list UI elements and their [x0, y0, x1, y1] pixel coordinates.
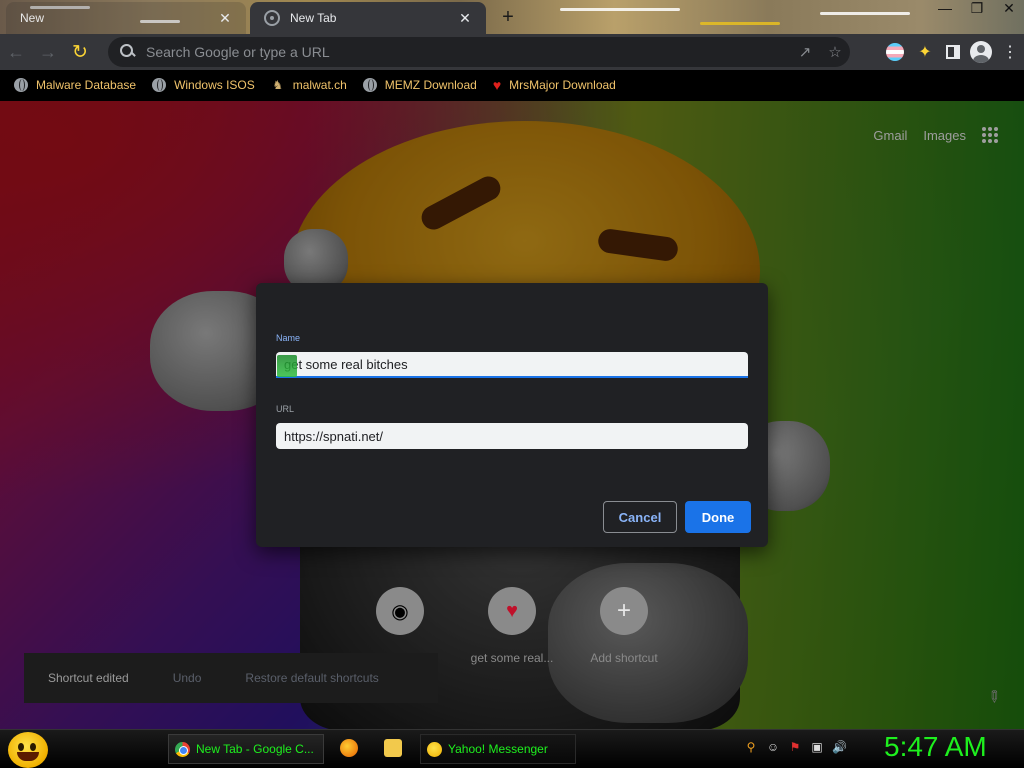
tab-close-icon[interactable]: ✕ — [456, 10, 474, 27]
taskbar: New Tab - Google C... Yahoo! Messenger ⚲… — [0, 729, 1024, 768]
system-tray: ⚲ ☺ ⚑ ▣ 🔊 — [744, 740, 847, 754]
volume-icon[interactable]: 🔊 — [832, 740, 847, 754]
reload-icon[interactable]: ↻ — [64, 36, 96, 68]
bookmark-memz-download[interactable]: MEMZ Download — [362, 78, 477, 92]
raccoon-icon: ◉ — [391, 600, 409, 623]
menu-kebab-icon[interactable]: ⋮ — [1002, 42, 1018, 62]
add-shortcut-button[interactable]: + — [600, 587, 648, 635]
done-button[interactable]: Done — [685, 501, 751, 533]
shortcut-tile[interactable]: ◉ — [376, 587, 424, 635]
globe-icon — [14, 78, 28, 92]
new-tab-button[interactable]: + — [496, 6, 520, 28]
side-panel-icon[interactable] — [946, 45, 960, 59]
taskbar-item-label: Yahoo! Messenger — [448, 742, 548, 756]
cancel-button[interactable]: Cancel — [603, 501, 677, 533]
flag-icon[interactable]: ⚑ — [788, 740, 802, 754]
extensions-puzzle-icon[interactable]: ✦ — [914, 42, 936, 62]
start-smiley-icon[interactable] — [8, 732, 48, 768]
person-icon: ♞ — [272, 78, 284, 92]
bookmark-label: malwat.ch — [292, 78, 347, 92]
omnibox[interactable]: Search Google or type a URL ↗ ☆ — [108, 37, 850, 67]
tab-close-icon[interactable]: ✕ — [216, 10, 234, 27]
toolbar-right: ✦ ⋮ — [886, 37, 1018, 67]
tab-new[interactable]: New ✕ — [6, 2, 246, 34]
undo-link[interactable]: Undo — [173, 671, 202, 685]
bookmark-mrsmajor-download[interactable]: ♥ MrsMajor Download — [493, 77, 616, 93]
firefox-icon[interactable] — [340, 739, 358, 757]
taskbar-clock[interactable]: 5:47 AM — [884, 731, 987, 763]
back-icon[interactable]: ← — [0, 36, 32, 68]
bookmark-star-icon[interactable]: ☆ — [820, 43, 850, 61]
globe-icon — [152, 78, 167, 92]
taskbar-item-chrome[interactable]: New Tab - Google C... — [168, 734, 324, 764]
bookmark-label: Windows ISOS — [174, 78, 255, 92]
close-window-button[interactable]: ✕ — [1000, 0, 1018, 17]
status-smiley-icon[interactable]: ☺ — [766, 740, 780, 754]
bookmarks-bar: Malware Database Windows ISOS ♞ malwat.c… — [0, 70, 1024, 100]
restore-defaults-link[interactable]: Restore default shortcuts — [245, 671, 378, 685]
tab-title: New — [20, 11, 45, 25]
edit-shortcut-dialog: Name URL Cancel Done — [256, 283, 768, 547]
omnibox-placeholder[interactable]: Search Google or type a URL — [146, 44, 790, 60]
shortcut-label: Add shortcut — [590, 651, 658, 665]
minimize-button[interactable]: — — [936, 0, 954, 17]
taskbar-item-yahoo-messenger[interactable]: Yahoo! Messenger — [420, 734, 576, 764]
network-icon[interactable]: ▣ — [810, 740, 824, 754]
forward-icon[interactable]: → — [32, 36, 64, 68]
globe-icon — [264, 10, 280, 26]
profile-avatar-icon[interactable] — [970, 41, 992, 63]
plus-icon: + — [616, 597, 631, 624]
tab-title: New Tab — [290, 11, 337, 25]
search-icon — [120, 44, 136, 60]
yahoo-messenger-icon — [427, 741, 442, 757]
bookmark-malwatch[interactable]: ♞ malwat.ch — [271, 78, 347, 92]
share-icon[interactable]: ↗ — [790, 43, 820, 61]
taskbar-item-label: New Tab - Google C... — [196, 742, 314, 756]
trans-flag-extension-icon[interactable] — [886, 43, 904, 61]
url-field-label: URL — [276, 404, 295, 414]
url-field[interactable] — [276, 423, 748, 449]
text-cursor-icon — [277, 355, 297, 377]
bookmark-label: Malware Database — [36, 78, 137, 92]
heart-icon: ♥ — [492, 77, 502, 93]
globe-icon — [362, 78, 377, 92]
browser-toolbar: ← → ↻ Search Google or type a URL ↗ ☆ ✦ … — [0, 34, 1024, 70]
name-field-label: Name — [276, 333, 301, 343]
bookmark-label: MrsMajor Download — [509, 78, 616, 92]
shortcut-toast: Shortcut edited Undo Restore default sho… — [24, 653, 438, 703]
window-controls: — ❐ ✕ — [936, 0, 1018, 17]
bookmark-windows-isos[interactable]: Windows ISOS — [152, 78, 255, 92]
name-field[interactable] — [276, 352, 748, 378]
images-link[interactable]: Images — [923, 128, 966, 143]
folder-icon[interactable] — [384, 739, 402, 757]
bookmark-malware-database[interactable]: Malware Database — [14, 78, 136, 92]
tab-new-tab[interactable]: New Tab ✕ — [250, 2, 486, 34]
google-apps-links: Gmail Images — [873, 127, 998, 143]
shortcut-label: get some real... — [470, 651, 554, 665]
search-magnifier-icon[interactable]: ⚲ — [744, 740, 758, 754]
heart-icon: ♥ — [506, 599, 518, 622]
apps-grid-icon[interactable] — [982, 127, 998, 143]
bookmark-label: MEMZ Download — [384, 78, 477, 92]
chrome-icon — [175, 741, 190, 757]
desktop-screen: New ✕ New Tab ✕ + — ❐ ✕ ← → ↻ Search Goo… — [0, 0, 1024, 768]
gmail-link[interactable]: Gmail — [873, 128, 907, 143]
toast-message: Shortcut edited — [48, 671, 129, 685]
tab-strip: New ✕ New Tab ✕ + — ❐ ✕ — [0, 0, 1024, 34]
restore-button[interactable]: ❐ — [968, 0, 986, 17]
shortcut-tile[interactable]: ♥ — [488, 587, 536, 635]
